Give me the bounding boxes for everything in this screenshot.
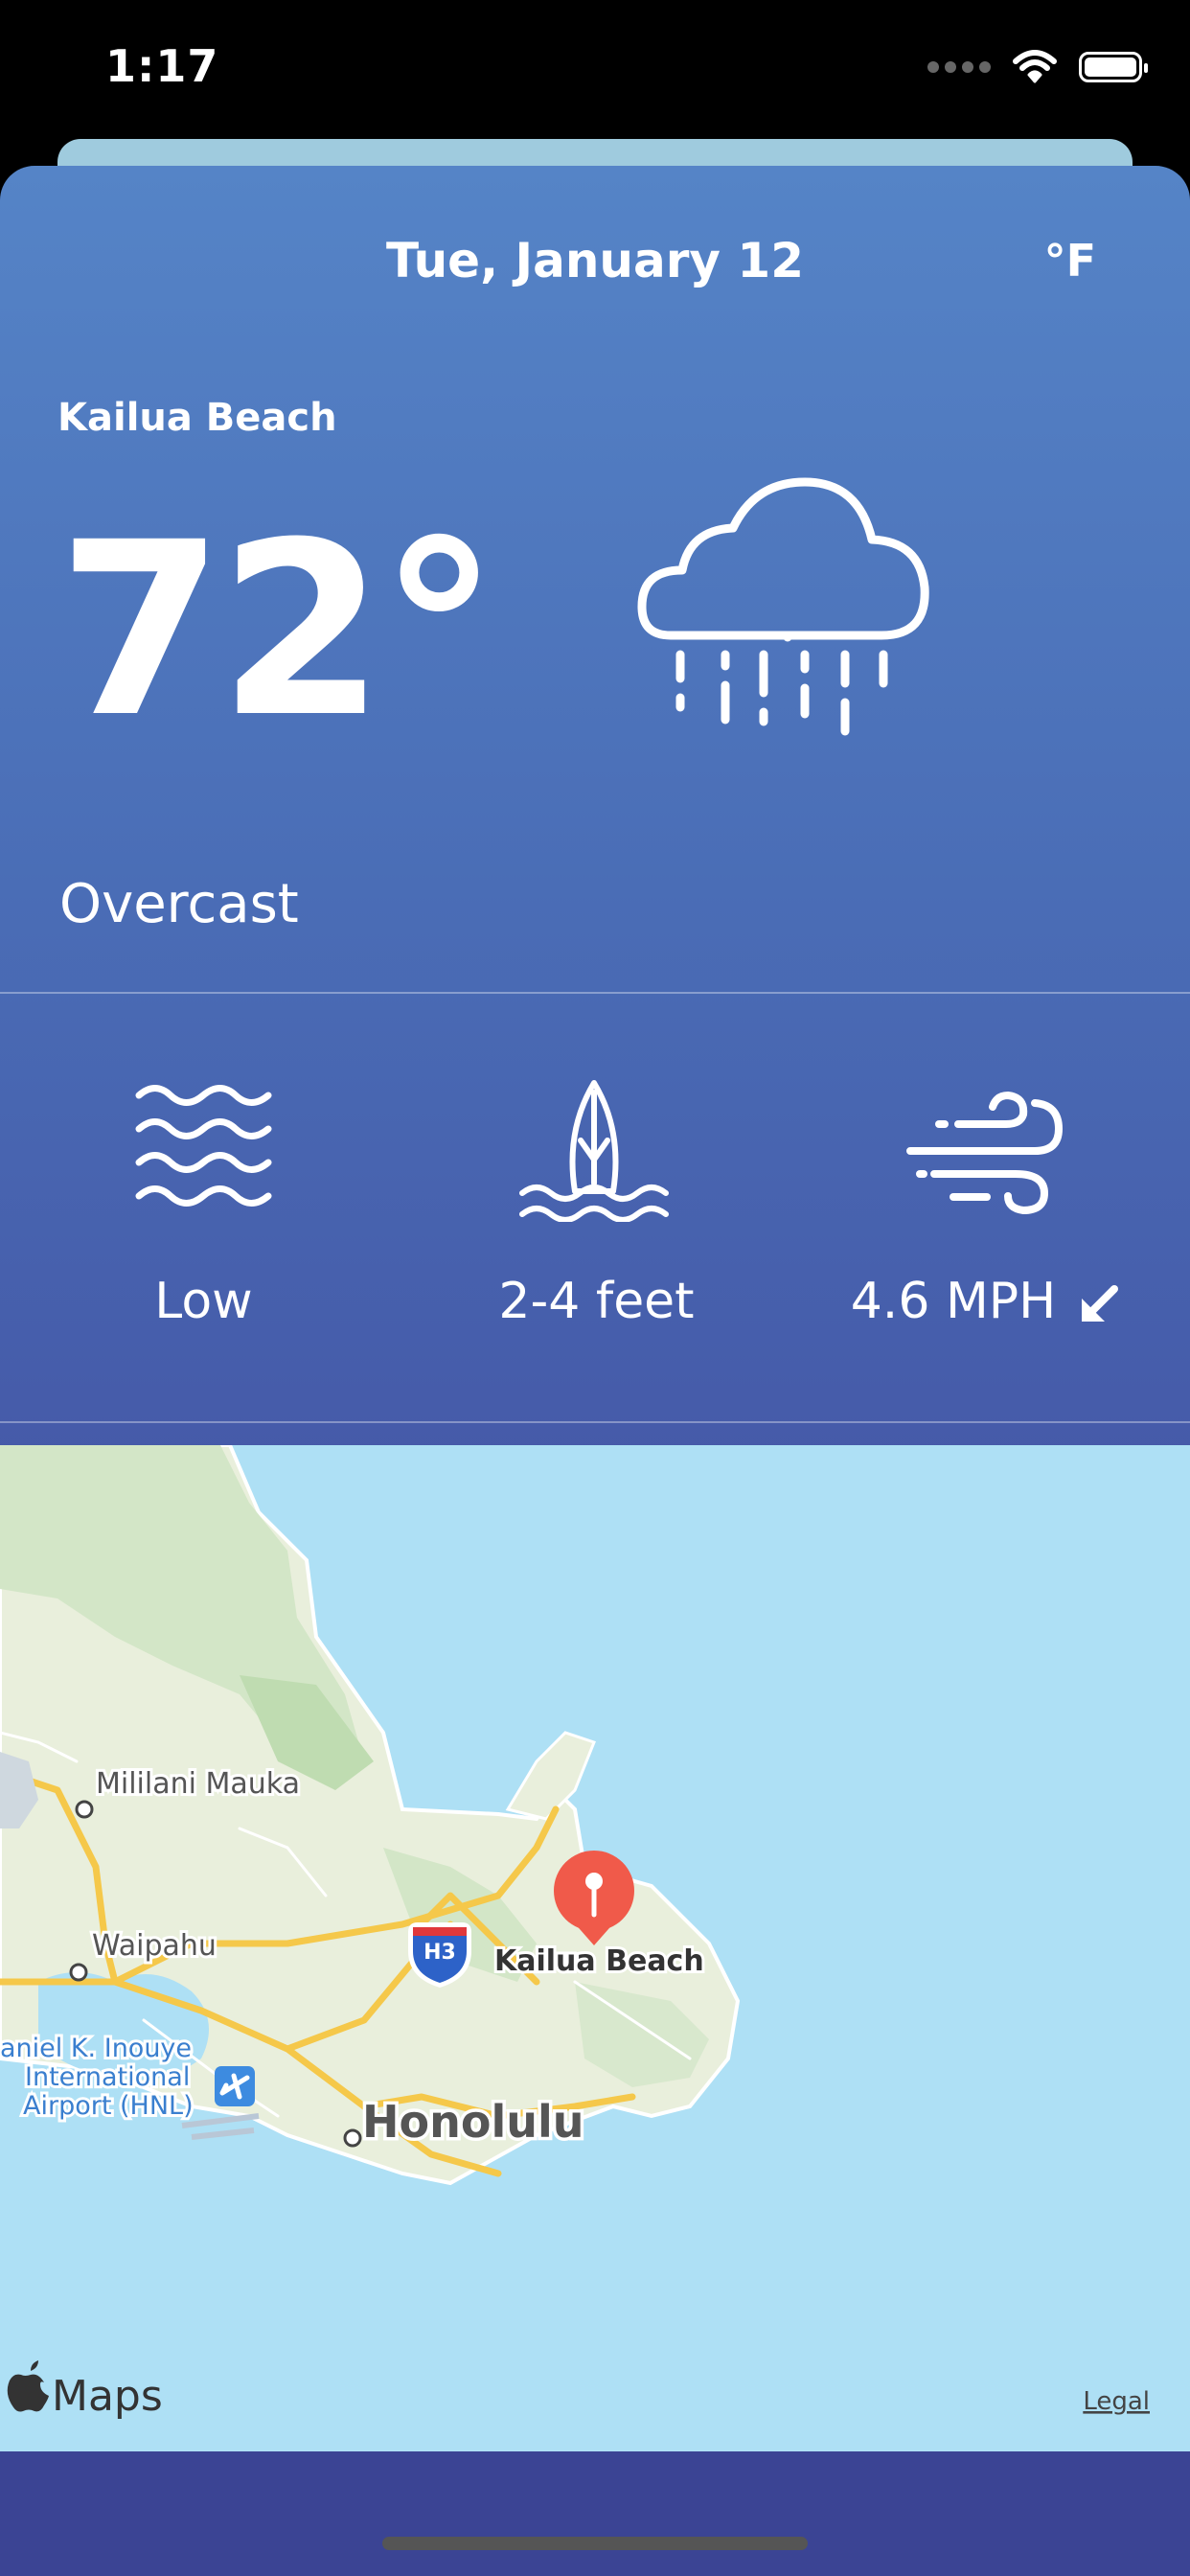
map-label-airport-line2: International [25, 2062, 190, 2092]
status-time: 1:17 [105, 40, 219, 92]
cellular-signal-icon [927, 61, 991, 73]
highway-label: H3 [423, 1941, 456, 1965]
svg-text:Maps: Maps [52, 2372, 163, 2421]
airport-runways [181, 2113, 260, 2140]
legal-link[interactable]: Legal [1083, 2387, 1150, 2416]
surfboard-icon [519, 1080, 669, 1222]
wind-icon [906, 1091, 1064, 1215]
apple-maps-logo: Maps [7, 2360, 163, 2421]
current-temperature: 72° [57, 491, 499, 770]
divider [0, 1421, 1190, 1423]
map-canvas: Mililani Mauka Waipahu aniel K. Inouye I… [0, 1445, 1150, 2421]
status-icons [927, 50, 1148, 84]
map-label-airport-line3: Airport (HNL) [23, 2091, 194, 2121]
divider [0, 992, 1190, 994]
map-label-kailua-beach: Kailua Beach [494, 1944, 704, 1978]
wind-speed-label: 4.6 MPH [850, 1273, 1057, 1330]
home-indicator[interactable] [382, 2537, 808, 2550]
date-title: Tue, January 12 [385, 233, 805, 288]
unit-toggle-button[interactable]: °F [1044, 235, 1096, 287]
weather-condition: Overcast [59, 873, 299, 935]
wifi-icon [1013, 50, 1057, 83]
location-name: Kailua Beach [57, 396, 337, 440]
map-view[interactable]: Mililani Mauka Waipahu aniel K. Inouye I… [0, 1445, 1190, 2451]
waves-icon [135, 1085, 272, 1207]
map-label-waipahu: Waipahu [92, 1929, 217, 1963]
bottom-bar [0, 2451, 1190, 2576]
tide-label: Low [154, 1273, 253, 1330]
arrow-down-left-icon [1082, 1285, 1118, 1322]
map-label-mililani: Mililani Mauka [96, 1767, 300, 1801]
rain-cloud-icon [637, 477, 929, 736]
status-bar: 1:17 [0, 0, 1190, 144]
map-label-airport-line1: aniel K. Inouye [0, 2034, 192, 2063]
surf-height-label: 2-4 feet [498, 1273, 695, 1330]
map-label-honolulu: Honolulu [362, 2096, 584, 2148]
battery-icon [1079, 52, 1148, 82]
